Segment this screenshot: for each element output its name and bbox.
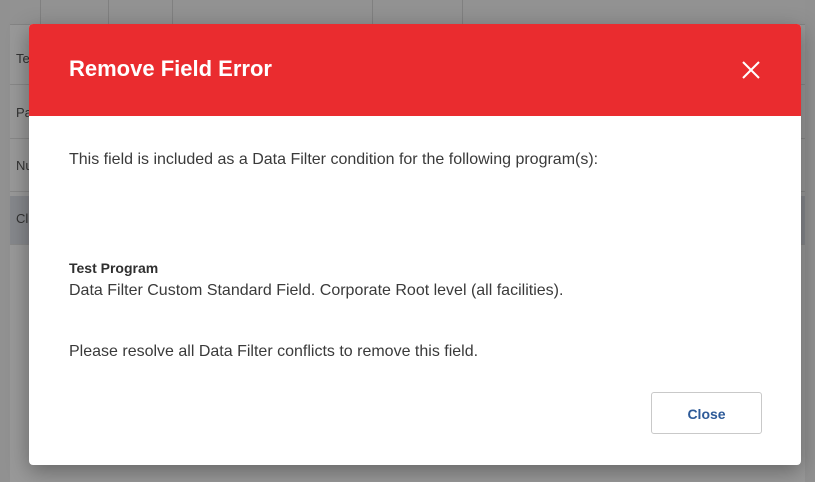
close-button[interactable]: Close bbox=[651, 392, 762, 434]
program-description: Data Filter Custom Standard Field. Corpo… bbox=[69, 282, 564, 299]
resolve-instruction-text: Please resolve all Data Filter conflicts… bbox=[69, 343, 479, 360]
program-name: Test Program bbox=[69, 260, 159, 276]
dialog-intro-text: This field is included as a Data Filter … bbox=[69, 151, 599, 168]
dialog-header: Remove Field Error bbox=[29, 24, 801, 116]
dialog-title: Remove Field Error bbox=[69, 56, 272, 81]
close-x-icon[interactable] bbox=[739, 58, 763, 82]
remove-field-error-dialog: Remove Field Error This field is include… bbox=[29, 24, 801, 465]
